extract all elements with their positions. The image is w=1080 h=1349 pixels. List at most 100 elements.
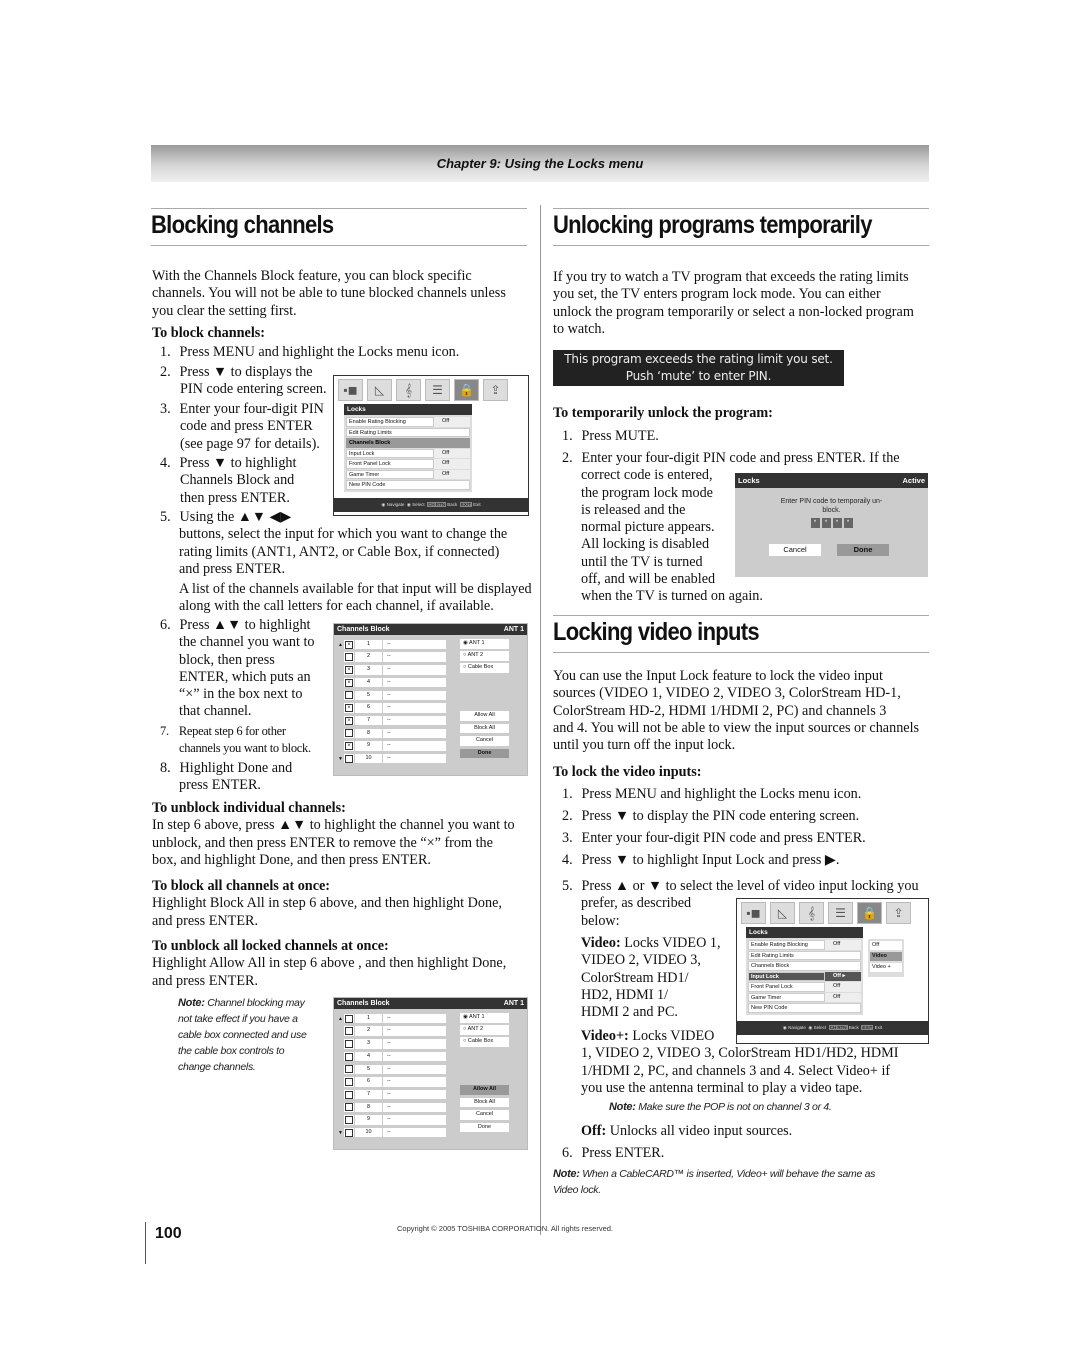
channel-row[interactable]: 8 -- xyxy=(338,728,446,739)
input-radio-option[interactable]: ○ Cable Box xyxy=(460,1037,509,1047)
channel-row[interactable]: × 9 -- xyxy=(338,741,446,752)
item-label: Edit Rating Limits xyxy=(346,427,470,437)
block-checkbox[interactable] xyxy=(344,1026,354,1036)
block-checkbox[interactable] xyxy=(344,1039,354,1049)
pin-input[interactable]: * * * * xyxy=(735,518,928,528)
menu-item-input-lock[interactable]: Input Lock Off xyxy=(346,448,470,458)
lock-icon[interactable]: 🔒 xyxy=(857,902,882,924)
block-checkbox[interactable] xyxy=(344,1115,354,1125)
input-radio-option[interactable]: ○ ANT 2 xyxy=(460,1025,509,1035)
pin-digit[interactable]: * xyxy=(832,518,842,528)
block-checkbox[interactable] xyxy=(344,1051,354,1062)
block-checkbox[interactable]: × xyxy=(344,665,354,675)
channel-row[interactable]: 5 -- xyxy=(338,690,446,701)
block-checkbox[interactable]: × xyxy=(344,677,354,688)
channel-row[interactable]: ▲ × 1 -- xyxy=(338,639,446,650)
channel-row[interactable]: 2 -- xyxy=(338,1026,446,1037)
menu-item-enable-rating-blocking[interactable]: Enable Rating Blocking Off xyxy=(748,940,861,950)
preferences-icon[interactable]: ☰ xyxy=(425,379,450,401)
picture-icon[interactable]: ◺ xyxy=(367,379,392,401)
block-checkbox[interactable] xyxy=(344,690,354,700)
setup-icon[interactable]: ▪◼ xyxy=(338,379,363,401)
channel-row[interactable]: × 4 -- xyxy=(338,677,446,688)
channel-row[interactable]: × 3 -- xyxy=(338,664,446,675)
channel-row[interactable]: 9 -- xyxy=(338,1115,446,1126)
menu-item-input-lock[interactable]: Input Lock Off ▸ xyxy=(748,971,861,981)
audio-icon[interactable]: 𝄞 xyxy=(396,379,421,401)
channel-row[interactable]: × 7 -- xyxy=(338,715,446,726)
block-checkbox[interactable]: × xyxy=(344,703,354,713)
channel-row[interactable]: 5 -- xyxy=(338,1064,446,1075)
block-checkbox[interactable] xyxy=(344,728,354,739)
done-button[interactable]: Done xyxy=(837,544,889,556)
warning-line: Push ‘mute’ to enter PIN. xyxy=(625,369,772,383)
block-all-button[interactable]: Block All xyxy=(460,1097,509,1107)
cancel-button[interactable]: Cancel xyxy=(460,736,509,746)
block-checkbox[interactable]: × xyxy=(344,639,354,650)
input-radio-option[interactable]: ○ ANT 2 xyxy=(460,651,509,661)
menu-item-front-panel-lock[interactable]: Front Panel Lock Off xyxy=(748,982,861,992)
screen-title: Channels Block xyxy=(337,1000,390,1007)
block-checkbox[interactable] xyxy=(344,1127,354,1138)
block-checkbox[interactable]: × xyxy=(344,741,354,751)
menu-item-new-pin-code[interactable]: New PIN Code xyxy=(748,1003,861,1013)
channel-row[interactable]: × 6 -- xyxy=(338,702,446,713)
channel-row[interactable]: 3 -- xyxy=(338,1038,446,1049)
pin-digit[interactable]: * xyxy=(810,518,820,528)
input-radio-option[interactable]: ◉ ANT 1 xyxy=(460,1013,509,1023)
channel-row[interactable]: 6 -- xyxy=(338,1076,446,1087)
menu-item-game-timer[interactable]: Game Timer Off xyxy=(346,469,470,479)
menu-item-front-panel-lock[interactable]: Front Panel Lock Off xyxy=(346,459,470,469)
applications-icon[interactable]: ⇪ xyxy=(483,379,508,401)
allow-all-button[interactable]: Allow All xyxy=(460,1085,509,1095)
block-checkbox[interactable] xyxy=(344,1102,354,1113)
block-checkbox[interactable] xyxy=(344,1064,354,1074)
option-text: Locks VIDEO xyxy=(628,1028,715,1044)
off-option-description: Off: Unlocks all video input sources. xyxy=(581,1123,792,1140)
menu-item-edit-rating-limits[interactable]: Edit Rating Limits xyxy=(346,427,470,437)
cancel-button[interactable]: Cancel xyxy=(769,544,821,556)
radio-label: ANT 2 xyxy=(467,1026,484,1032)
picture-icon[interactable]: ◺ xyxy=(770,902,795,924)
audio-icon[interactable]: 𝄞 xyxy=(799,902,824,924)
cancel-button[interactable]: Cancel xyxy=(460,1110,509,1120)
pin-digit[interactable]: * xyxy=(821,518,831,528)
input-radio-option[interactable]: ◉ ANT 1 xyxy=(460,639,509,649)
channel-row[interactable]: ▲ 1 -- xyxy=(338,1013,446,1024)
menu-item-enable-rating-blocking[interactable]: Enable Rating Blocking Off xyxy=(346,417,470,427)
applications-icon[interactable]: ⇪ xyxy=(886,902,911,924)
channel-number: 5 xyxy=(355,1064,382,1074)
block-checkbox[interactable] xyxy=(344,1013,354,1024)
block-checkbox[interactable] xyxy=(344,652,354,662)
item-value: Off xyxy=(825,940,861,950)
option-video-plus[interactable]: Video + xyxy=(870,963,902,972)
channel-row[interactable]: 4 -- xyxy=(338,1051,446,1062)
block-checkbox[interactable] xyxy=(344,1089,354,1100)
menu-item-channels-block[interactable]: Channels Block xyxy=(748,961,861,971)
menu-item-channels-block[interactable]: Channels Block xyxy=(346,438,470,448)
channel-row[interactable]: ▼ 10 -- xyxy=(338,753,446,764)
lock-icon[interactable]: 🔒 xyxy=(454,379,479,401)
allow-all-button[interactable]: Allow All xyxy=(460,711,509,721)
block-checkbox[interactable]: × xyxy=(344,715,354,726)
chapter-title: Chapter 9: Using the Locks menu xyxy=(436,156,644,171)
option-off[interactable]: Off xyxy=(870,941,902,950)
block-checkbox[interactable] xyxy=(344,1077,354,1087)
pin-digit[interactable]: * xyxy=(843,518,853,528)
channel-row[interactable]: 8 -- xyxy=(338,1102,446,1113)
setup-icon[interactable]: ▪◼ xyxy=(741,902,766,924)
channel-list: ▲ 1 -- 2 -- 3 -- 4 -- 5 -- 6 -- 7 -- 8 -- 9 -- ▼ 10 -- xyxy=(338,1013,446,1140)
input-radio-option[interactable]: ○ Cable Box xyxy=(460,663,509,673)
block-checkbox[interactable] xyxy=(344,753,354,764)
done-button[interactable]: Done xyxy=(460,748,509,758)
done-button[interactable]: Done xyxy=(460,1122,509,1132)
channel-row[interactable]: ▼ 10 -- xyxy=(338,1127,446,1138)
channel-row[interactable]: 7 -- xyxy=(338,1089,446,1100)
preferences-icon[interactable]: ☰ xyxy=(828,902,853,924)
menu-item-edit-rating-limits[interactable]: Edit Rating Limits xyxy=(748,950,861,960)
menu-item-new-pin-code[interactable]: New PIN Code xyxy=(346,480,470,490)
block-all-button[interactable]: Block All xyxy=(460,723,509,733)
option-video[interactable]: Video xyxy=(870,952,902,961)
menu-item-game-timer[interactable]: Game Timer Off xyxy=(748,992,861,1002)
channel-row[interactable]: 2 -- xyxy=(338,652,446,663)
